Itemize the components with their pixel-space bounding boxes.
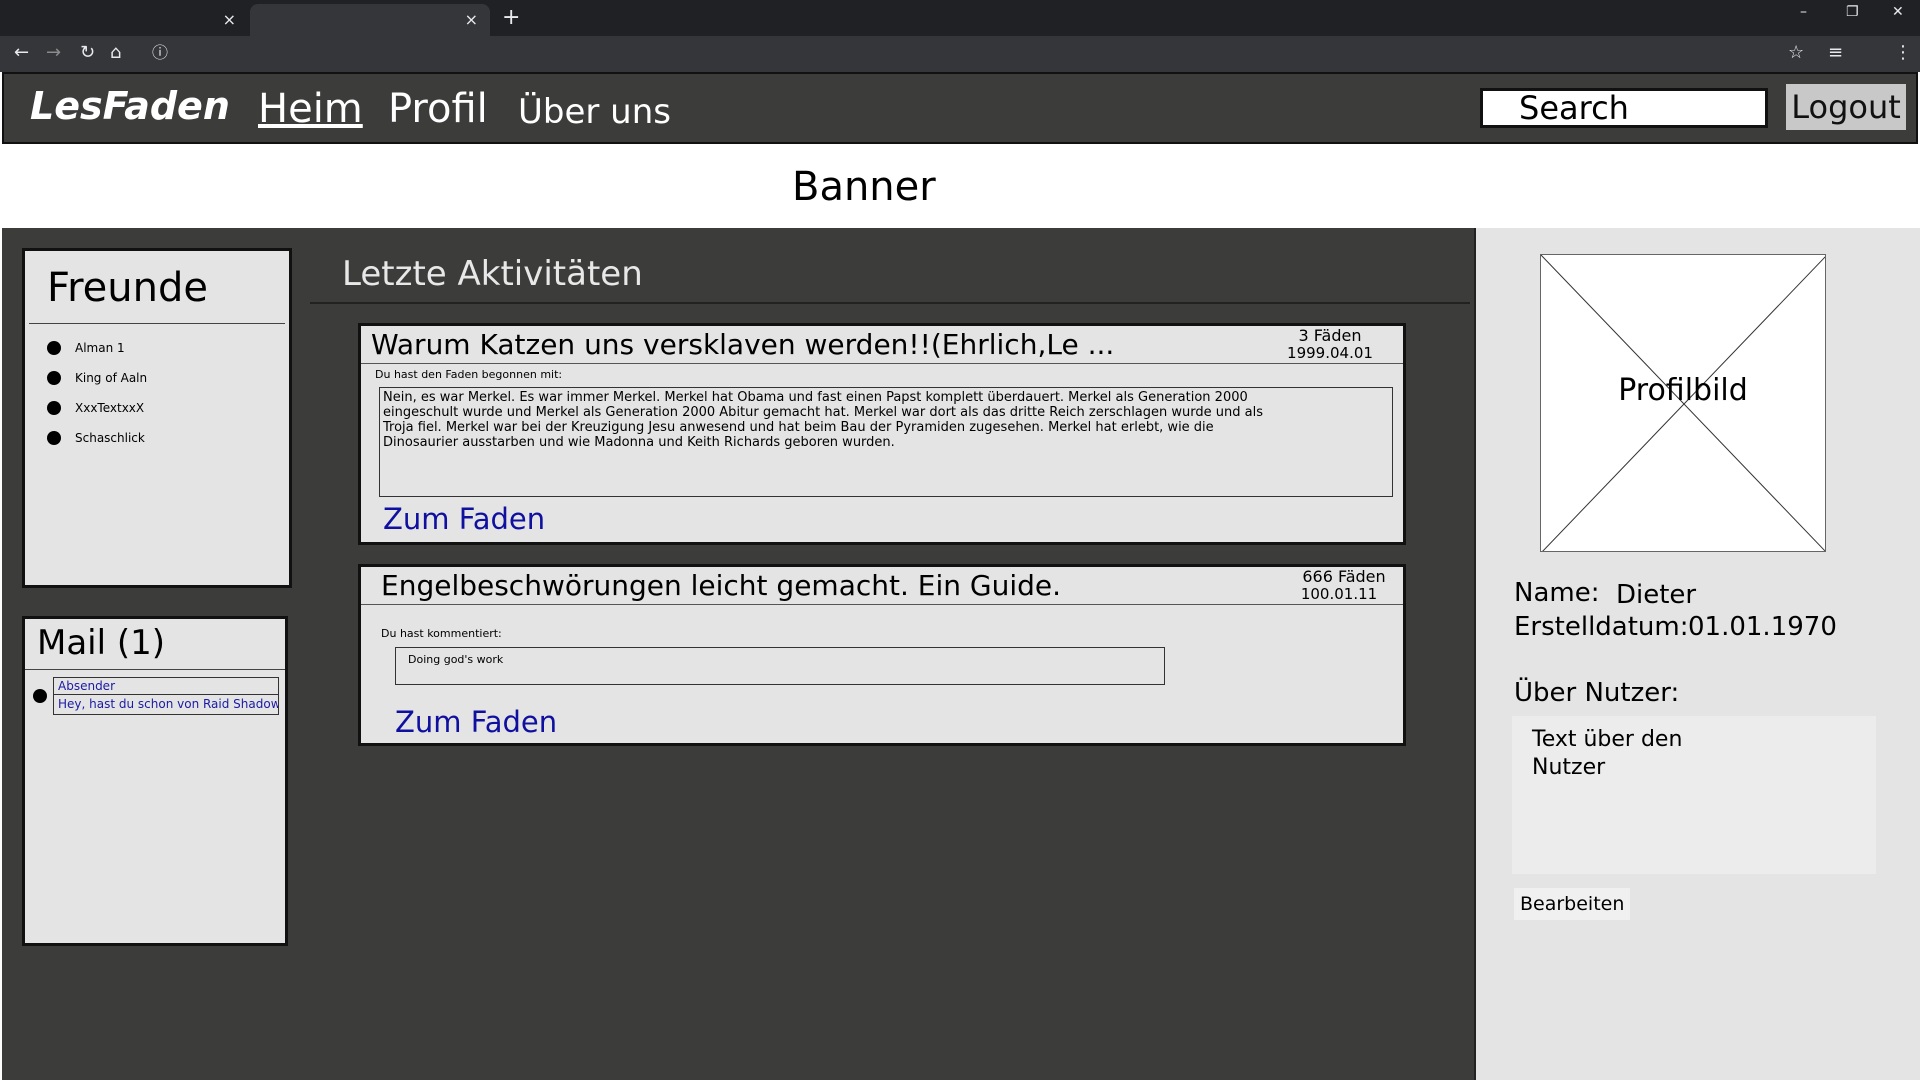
activities-divider bbox=[310, 302, 1470, 304]
profile-picture-label: Profilbild bbox=[1618, 373, 1748, 408]
site-logo[interactable]: LesFaden bbox=[30, 84, 230, 128]
edit-button[interactable]: Bearbeiten bbox=[1514, 888, 1631, 920]
back-icon[interactable]: ← bbox=[14, 43, 29, 63]
created-label: Erstelldatum: bbox=[1514, 612, 1689, 642]
name-label: Name: bbox=[1514, 578, 1600, 608]
mail-divider bbox=[25, 669, 285, 670]
home-icon[interactable]: ⌂ bbox=[110, 43, 121, 63]
about-label: Über Nutzer: bbox=[1514, 678, 1680, 708]
name-value: Dieter bbox=[1616, 580, 1697, 610]
thread-date: 1999.04.01 bbox=[1287, 344, 1373, 362]
browser-menu-icon[interactable]: ⋮ bbox=[1894, 43, 1912, 63]
banner: Banner bbox=[0, 146, 1920, 228]
activities-title: Letzte Aktivitäten bbox=[342, 254, 643, 294]
about-user-text: Text über den Nutzer bbox=[1532, 727, 1683, 780]
friends-title: Freunde bbox=[47, 265, 208, 311]
new-tab-icon[interactable]: + bbox=[502, 6, 520, 30]
unread-dot-icon bbox=[33, 689, 47, 703]
search-input[interactable]: Search bbox=[1480, 88, 1768, 128]
about-user-box: Text über den Nutzer bbox=[1512, 716, 1876, 874]
zum-faden-link[interactable]: Zum Faden bbox=[383, 502, 545, 536]
bullet-icon bbox=[47, 371, 61, 385]
site-header: LesFaden Heim Profil Über uns Search Log… bbox=[2, 72, 1918, 144]
thread-text-line: Dinosaurier ausstarben und wie Madonna u… bbox=[383, 435, 895, 450]
mail-preview[interactable]: Hey, hast du schon von Raid Shadow... bbox=[54, 695, 278, 714]
banner-text: Banner bbox=[792, 164, 936, 210]
nav-link-ueber-uns[interactable]: Über uns bbox=[518, 92, 671, 132]
tab-close-icon[interactable]: × bbox=[223, 10, 236, 30]
card-header: Warum Katzen uns versklaven werden!!(Ehr… bbox=[361, 326, 1403, 364]
thread-title[interactable]: Warum Katzen uns versklaven werden!!(Ehr… bbox=[371, 328, 1114, 361]
friend-name: Alman 1 bbox=[75, 341, 125, 355]
close-window-icon[interactable]: ✕ bbox=[1892, 4, 1904, 20]
reload-icon[interactable]: ↻ bbox=[80, 43, 95, 63]
thread-text-line: Nein, es war Merkel. Es war immer Merkel… bbox=[383, 390, 1248, 405]
card-header: Engelbeschwörungen leicht gemacht. Ein G… bbox=[361, 567, 1403, 605]
mail-sender[interactable]: Absender bbox=[54, 678, 278, 695]
comment-text-box: Doing god's work bbox=[395, 647, 1165, 685]
friend-name: King of Aaln bbox=[75, 371, 148, 385]
thread-count: 666 Fäden bbox=[1302, 567, 1386, 586]
bookmark-star-icon[interactable]: ☆ bbox=[1788, 43, 1804, 63]
card-subtitle: Du hast den Faden begonnen mit: bbox=[375, 368, 563, 381]
mail-panel: Mail (1) Absender Hey, hast du schon von… bbox=[22, 616, 288, 946]
bullet-icon bbox=[47, 401, 61, 415]
thread-date: 100.01.11 bbox=[1300, 585, 1378, 603]
media-playlist-icon[interactable]: ≡ bbox=[1828, 43, 1843, 63]
comment-text: Doing god's work bbox=[408, 653, 504, 666]
mail-item[interactable]: Absender Hey, hast du schon von Raid Sha… bbox=[53, 677, 279, 715]
nav-link-heim[interactable]: Heim bbox=[258, 86, 363, 132]
logout-button[interactable]: Logout bbox=[1786, 84, 1906, 130]
bullet-icon bbox=[47, 431, 61, 445]
forward-icon[interactable]: → bbox=[46, 43, 61, 63]
site-info-icon[interactable]: ⓘ bbox=[152, 43, 168, 63]
thread-count: 3 Fäden bbox=[1298, 326, 1362, 345]
friend-name: Schaschlick bbox=[75, 431, 145, 445]
thread-title[interactable]: Engelbeschwörungen leicht gemacht. Ein G… bbox=[381, 569, 1061, 602]
thread-text-box: Nein, es war Merkel. Es war immer Merkel… bbox=[379, 387, 1393, 497]
tab-close-icon[interactable]: × bbox=[465, 10, 478, 30]
profile-picture-placeholder: Profilbild bbox=[1540, 254, 1826, 552]
activity-card: Engelbeschwörungen leicht gemacht. Ein G… bbox=[358, 564, 1406, 746]
restore-icon[interactable]: ❐ bbox=[1846, 4, 1859, 20]
nav-link-profil[interactable]: Profil bbox=[388, 86, 488, 132]
card-subtitle: Du hast kommentiert: bbox=[381, 627, 502, 640]
mail-title: Mail (1) bbox=[37, 623, 166, 663]
activity-card: Warum Katzen uns versklaven werden!!(Ehr… bbox=[358, 323, 1406, 545]
bullet-icon bbox=[47, 341, 61, 355]
thread-text-line: eingeschult wurde und Merkel als Generat… bbox=[383, 405, 1263, 420]
minimize-icon[interactable]: – bbox=[1800, 4, 1807, 20]
created-value: 01.01.1970 bbox=[1688, 612, 1837, 642]
friends-divider bbox=[29, 323, 285, 324]
zum-faden-link[interactable]: Zum Faden bbox=[395, 705, 557, 739]
browser-tab-1[interactable]: × bbox=[0, 4, 248, 36]
browser-tab-2[interactable]: × bbox=[250, 4, 490, 36]
browser-toolbar: ← → ↻ ⌂ ⓘ ☆ ≡ ⋮ bbox=[0, 36, 1920, 72]
friend-name: XxxTextxxX bbox=[75, 401, 145, 415]
browser-tab-bar: × × + – ❐ ✕ bbox=[0, 0, 1920, 36]
thread-text-line: Troja fiel. Merkel war bei der Kreuzigun… bbox=[383, 420, 1214, 435]
friends-panel: Freunde Alman 1 King of Aaln XxxTextxxX … bbox=[22, 248, 292, 588]
